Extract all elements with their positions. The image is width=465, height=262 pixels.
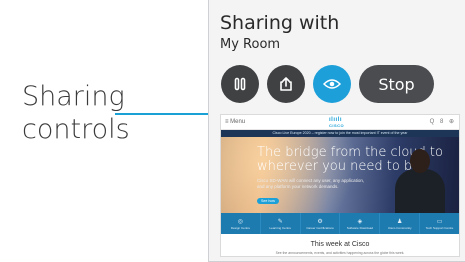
tile-label: Design Centre	[230, 225, 250, 230]
stop-sharing-button[interactable]: Stop	[359, 65, 434, 103]
callout-line-1: Sharing	[22, 81, 125, 112]
quick-link-tile: ◈ Software Download	[340, 213, 381, 234]
tile-label: Tech Support Centre	[425, 225, 454, 230]
tile-label: Software Download	[346, 225, 373, 230]
quick-link-tile: ✎ Learning Centre	[261, 213, 301, 234]
hero-cta: See how	[257, 198, 279, 204]
quick-link-tile: ▭ Tech Support Centre	[420, 213, 459, 234]
quick-link-tile: ⚙ Career Certifications	[301, 213, 341, 234]
preview-hero: The bridge from the cloud to wherever yo…	[221, 137, 459, 213]
preview-view-button[interactable]	[313, 65, 351, 103]
cisco-logo: ılıılı CISCO	[329, 117, 344, 128]
room-name: My Room	[220, 37, 281, 52]
week-title: This week at Cisco	[310, 241, 370, 248]
hero-person-image	[393, 139, 447, 213]
share-upload-icon	[280, 77, 292, 91]
quick-link-tile: ♟ Cisco Community	[380, 213, 421, 234]
tile-icon: ◎	[237, 218, 244, 225]
tile-icon: ✎	[277, 218, 283, 225]
person-head	[410, 149, 430, 173]
share-content-button[interactable]	[267, 65, 305, 103]
sharing-panel: Sharing with My Room Stop ≡ Menu ılıılı …	[208, 0, 465, 262]
callout-line-2: controls	[22, 114, 130, 145]
eye-icon	[323, 79, 341, 89]
shared-screen-preview: ≡ Menu ılıılı CISCO Q 8 ⊕ Cisco Live Eur…	[220, 114, 460, 257]
preview-banner: Cisco Live Europe 2020 – register now to…	[221, 130, 459, 137]
preview-nav-bar: ≡ Menu ılıılı CISCO Q 8 ⊕	[221, 115, 459, 130]
tile-label: Cisco Community	[387, 225, 412, 230]
person-body	[395, 169, 445, 213]
tile-icon: ◈	[357, 218, 363, 225]
week-subtext: See the announcements, events, and activ…	[275, 251, 405, 255]
pause-icon	[234, 77, 246, 91]
preview-menu: ≡ Menu	[225, 119, 246, 125]
tile-icon: ▭	[436, 218, 443, 225]
preview-nav-icons: Q 8 ⊕	[429, 119, 456, 125]
hero-subtext: Cisco SD-WAN will connect any user, any …	[257, 178, 365, 189]
sharing-controls-callout: Sharing controls	[22, 80, 130, 146]
sharing-title: Sharing with	[220, 12, 340, 34]
quick-link-tile: ◎ Design Centre	[221, 213, 261, 234]
tile-icon: ⚙	[317, 218, 323, 225]
tile-label: Learning Centre	[269, 225, 291, 230]
tile-label: Career Certifications	[306, 225, 334, 230]
cisco-logo-word: CISCO	[329, 123, 345, 128]
preview-quick-links: ◎ Design Centre ✎ Learning Centre ⚙ Career …	[221, 213, 459, 234]
pause-button[interactable]	[221, 65, 259, 103]
tile-icon: ♟	[397, 218, 403, 225]
